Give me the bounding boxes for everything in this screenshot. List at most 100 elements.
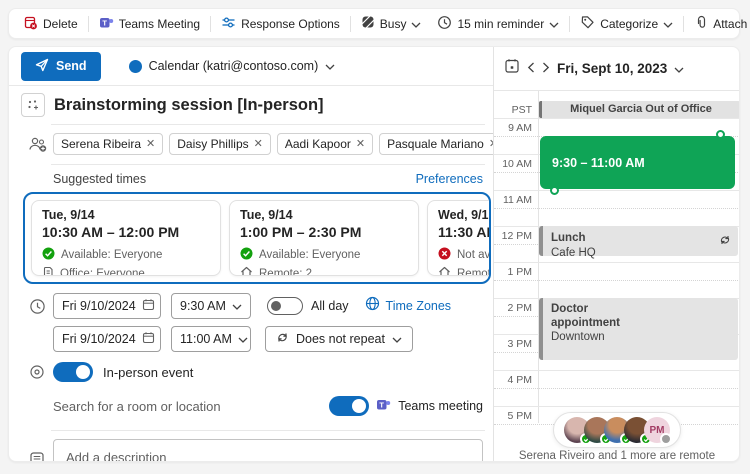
end-datetime-row: Fri 9/10/2024 11:00 AM Does not repeat [9,326,493,352]
end-time-select[interactable]: 11:00 AM [171,326,251,352]
teams-meeting-label: Teams Meeting [118,16,201,31]
remove-attendee-icon[interactable]: ✕ [356,138,365,150]
home-icon [438,266,451,275]
toolbar-separator [87,15,89,32]
hour-label: 10 AM [502,158,532,170]
chevron-down-icon [392,332,402,346]
hour-label: 11 AM [503,194,532,206]
send-button[interactable]: Send [21,51,101,81]
datetime-section: Fri 9/10/2024 9:30 AM All day Time Zones… [9,293,493,352]
remove-attendee-icon[interactable]: ✕ [254,138,263,150]
remote-attendees-note: Serena Riveiro and 1 more are remote [518,450,716,462]
day-view-date[interactable]: Fri, Sept 10, 2023 [557,61,667,76]
selected-event[interactable]: 9:30 – 11:00 AM [540,130,735,195]
response-options-icon [221,15,236,33]
divider [51,164,485,165]
start-time-select[interactable]: 9:30 AM [171,293,251,319]
description-row [9,439,493,461]
attendee-avatars[interactable]: PM [553,412,681,448]
time-zones-link[interactable]: Time Zones [365,296,451,316]
event-location: Downtown [551,331,605,343]
remove-attendee-icon[interactable]: ✕ [146,138,155,150]
categorize-dropdown[interactable]: Categorize [572,11,681,37]
globe-icon [365,296,380,316]
svg-text:T: T [102,18,107,27]
end-date-input[interactable]: Fri 9/10/2024 [53,326,161,352]
calendar-day-icon [504,58,520,79]
hour-label: 9 AM [508,122,532,134]
in-person-toggle[interactable] [53,362,93,382]
hour-line [494,370,739,371]
suggested-time-card[interactable]: Wed, 9/1 11:30 AM Not av Remot [427,200,489,276]
availability-text: Available: Everyone [61,249,163,261]
hour-line [494,118,739,119]
day-view-header: Fri, Sept 10, 2023 [494,47,739,91]
resize-handle-top[interactable] [716,130,725,139]
all-day-event[interactable]: Miquel Garcia Out of Office [539,101,739,118]
attendee-chip[interactable]: Pasquale Mariano ✕ [379,133,493,155]
suggested-times-header: Suggested times Preferences [53,172,483,186]
suggested-date: Tue, 9/14 [240,208,293,222]
available-check-icon [42,247,55,263]
office-icon [42,266,54,275]
reminder-label: 15 min reminder [457,16,545,31]
suggested-time-card[interactable]: Tue, 9/14 1:00 PM – 2:30 PM Available: E… [229,200,419,276]
half-hour-line [494,280,739,281]
suggested-date: Wed, 9/1 [438,208,489,222]
calendar-color-dot [128,59,142,73]
clock-icon [21,298,53,315]
reminder-dropdown[interactable]: 15 min reminder [429,11,567,37]
calendar-selector-label: Calendar (katri@contoso.com) [148,59,319,73]
attendee-chip[interactable]: Aadi Kapoor ✕ [276,133,374,155]
attach-dropdown[interactable]: Attach [686,11,750,37]
emoji-picker-button[interactable] [21,93,45,117]
start-datetime-row: Fri 9/10/2024 9:30 AM All day Time Zones [9,293,493,319]
toolbar-separator [569,15,571,32]
delete-button[interactable]: Delete [15,11,86,37]
show-as-busy-dropdown[interactable]: Busy [353,11,430,37]
location-search-input[interactable] [53,398,330,414]
send-row: Send Calendar (katri@contoso.com) [9,47,493,85]
calendar-event-doctor[interactable]: Doctor appointment Downtown [539,298,738,360]
suggested-times-carousel: Tue, 9/14 10:30 AM – 12:00 PM Available:… [23,192,491,284]
start-date-value: Fri 9/10/2024 [62,299,136,313]
delete-icon [23,15,38,33]
delete-label: Delete [43,16,78,31]
teams-meeting-toggle[interactable] [329,396,370,416]
avatar-initials[interactable]: PM [644,417,672,445]
repeat-dropdown[interactable]: Does not repeat [265,326,413,352]
chevron-down-icon [232,299,242,313]
hour-line [494,406,739,407]
event-form: Send Calendar (katri@contoso.com) Brains… [9,47,493,461]
next-day-button[interactable] [542,60,550,78]
resize-handle-bottom[interactable] [550,186,559,195]
event-compose-window: Send Calendar (katri@contoso.com) Brains… [8,46,740,462]
calendar-event-lunch[interactable]: Lunch Cafe HQ [539,226,738,259]
end-time-value: 11:00 AM [180,332,232,346]
all-day-toggle[interactable] [267,297,303,315]
preferences-link[interactable]: Preferences [416,172,483,186]
chevron-down-icon[interactable] [674,60,684,78]
toolbar-separator [349,15,351,32]
start-date-input[interactable]: Fri 9/10/2024 [53,293,161,319]
attendee-name: Aadi Kapoor [284,137,351,151]
attendee-chip[interactable]: Serena Ribeira ✕ [53,133,164,155]
calendar-icon [142,331,155,347]
attendee-chip[interactable]: Daisy Phillips ✕ [169,133,271,155]
timezone-label: PST [511,104,532,116]
busy-status-icon [361,15,375,32]
hour-label: 4 PM [507,374,532,386]
teams-meeting-button[interactable]: T Teams Meeting [91,11,208,37]
response-options-button[interactable]: Response Options [213,11,348,37]
add-attendees-icon [21,136,53,153]
chevron-down-icon [411,17,421,31]
event-title: Lunch [551,232,586,244]
calendar-selector[interactable]: Calendar (katri@contoso.com) [128,59,336,73]
prev-day-button[interactable] [527,60,535,78]
hour-label: 2 PM [507,302,532,314]
chevron-down-icon [325,59,335,73]
description-input[interactable] [53,439,483,461]
end-date-value: Fri 9/10/2024 [62,332,136,346]
event-title-input[interactable]: Brainstorming session [In-person] [54,96,324,115]
suggested-time-card[interactable]: Tue, 9/14 10:30 AM – 12:00 PM Available:… [31,200,221,276]
